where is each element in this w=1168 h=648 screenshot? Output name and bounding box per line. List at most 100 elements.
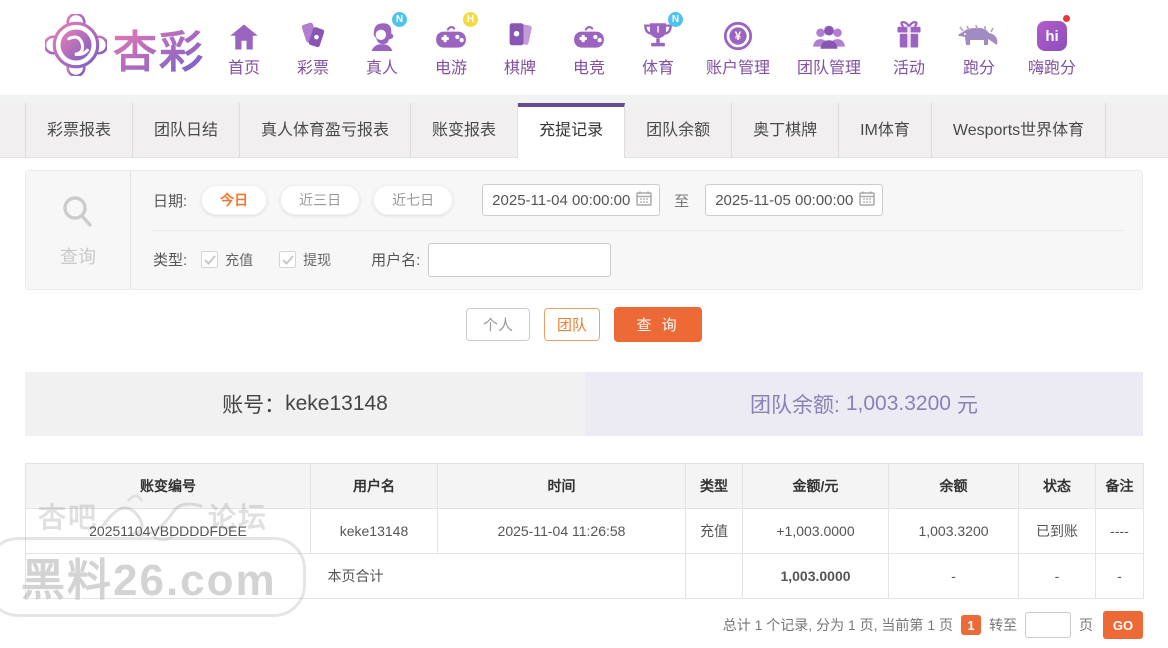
- total-type-cell: [685, 553, 743, 599]
- records-table: 账变编号 用户名 时间 类型 金额/元 余额 状态 备注 20251104VBD…: [25, 463, 1144, 599]
- username-input[interactable]: [428, 242, 612, 277]
- svg-text:I: I: [657, 25, 660, 35]
- tab-account-change[interactable]: 账变报表: [411, 103, 519, 158]
- content: 查询 日期: 今日 近三日 近七日 2025-11-04 00:00:00 至: [0, 158, 1168, 647]
- slots-icon: H: [434, 12, 478, 51]
- username-label: 用户名:: [371, 252, 421, 270]
- logo-text: 杏彩: [113, 16, 205, 80]
- withdraw-checkbox[interactable]: 提现: [279, 250, 331, 270]
- team-icon: [812, 17, 846, 51]
- col-remark: 备注: [1095, 463, 1144, 509]
- logo-emblem-icon: [43, 12, 109, 81]
- badge-h: H: [463, 12, 478, 27]
- cards-icon: [506, 17, 534, 51]
- date-range-to-label: 至: [674, 192, 690, 210]
- col-change-id: 账变编号: [25, 463, 311, 509]
- total-status: -: [1018, 553, 1096, 599]
- tab-im-sports[interactable]: IM体育: [839, 103, 932, 158]
- checkbox-icon[interactable]: [279, 251, 297, 269]
- tab-deposit-withdraw[interactable]: 充提记录: [518, 103, 626, 158]
- nav-item-promotions[interactable]: 活动: [888, 17, 930, 78]
- filter-type-row: 类型: 充值 提现 用户名:: [153, 231, 1142, 290]
- search-button[interactable]: 查 询: [614, 306, 702, 342]
- date-from-input[interactable]: 2025-11-04 00:00:00: [482, 184, 661, 217]
- team-button[interactable]: 团队: [544, 307, 600, 341]
- nav-item-lottery[interactable]: 彩票: [292, 17, 334, 78]
- red-dot-badge: [1063, 15, 1071, 22]
- nav-item-hi-paofen[interactable]: hi 嗨跑分: [1028, 15, 1076, 78]
- main-nav: 首页 彩票 N 真人 H 电游 棋牌 电竞 I N 体育 ¥ 账户管理 团队管理…: [223, 12, 1076, 78]
- calendar-icon[interactable]: [636, 190, 652, 211]
- logo[interactable]: 杏彩: [43, 12, 205, 81]
- nav-item-account-management[interactable]: ¥ 账户管理: [706, 17, 770, 78]
- page: 杏彩 首页 彩票 N 真人 H 电游 棋牌 电竞 I N 体育 ¥ 账户管理 团…: [0, 0, 1168, 648]
- type-label: 类型:: [153, 252, 188, 270]
- current-page-button[interactable]: 1: [961, 615, 981, 635]
- live-person-icon: N: [367, 12, 407, 51]
- total-remark: -: [1095, 553, 1144, 599]
- nav-item-sports[interactable]: I N 体育: [637, 12, 683, 78]
- tab-wesports[interactable]: Wesports世界体育: [932, 103, 1107, 158]
- total-balance: -: [888, 553, 1019, 599]
- filter-panel: 查询 日期: 今日 近三日 近七日 2025-11-04 00:00:00 至: [25, 170, 1143, 290]
- hi-app-icon: hi: [1037, 15, 1071, 51]
- deposit-checkbox[interactable]: 充值: [201, 250, 253, 270]
- tab-aoding-chess[interactable]: 奥丁棋牌: [732, 103, 840, 158]
- calendar-icon[interactable]: [859, 190, 875, 211]
- table-total-row: 本页合计 1,003.0000 - - -: [25, 553, 1144, 599]
- header: 杏彩 首页 彩票 N 真人 H 电游 棋牌 电竞 I N 体育 ¥ 账户管理 团…: [0, 0, 1168, 95]
- tab-live-sports-pl[interactable]: 真人体育盈亏报表: [240, 103, 412, 158]
- go-button[interactable]: GO: [1103, 611, 1143, 639]
- cell-status: 已到账: [1018, 508, 1096, 554]
- balance-label: 团队余额:: [750, 394, 840, 417]
- col-type: 类型: [685, 463, 743, 509]
- personal-button[interactable]: 个人: [466, 307, 530, 341]
- filter-main: 日期: 今日 近三日 近七日 2025-11-04 00:00:00 至 202…: [131, 171, 1142, 289]
- nav-item-boardgames[interactable]: 棋牌: [499, 17, 541, 78]
- nav-item-esports[interactable]: 电竞: [568, 17, 610, 78]
- cell-balance: 1,003.3200: [888, 508, 1019, 554]
- goto-page-input[interactable]: [1025, 612, 1071, 638]
- header-separator: [0, 95, 1168, 103]
- nav-item-team-management[interactable]: 团队管理: [797, 17, 861, 78]
- date-label: 日期:: [153, 192, 188, 210]
- total-label: 本页合计: [25, 553, 686, 599]
- col-username: 用户名: [310, 463, 438, 509]
- filter-side-label: 查询: [60, 246, 96, 267]
- filter-date-row: 日期: 今日 近三日 近七日 2025-11-04 00:00:00 至 202…: [153, 171, 1142, 230]
- checkbox-icon[interactable]: [201, 251, 219, 269]
- cell-remark: ----: [1095, 508, 1144, 554]
- nav-item-egames[interactable]: H 电游: [430, 12, 478, 78]
- cell-amount: +1,003.0000: [742, 508, 889, 554]
- balance-unit: 元: [956, 394, 978, 417]
- badge-n: N: [668, 12, 683, 27]
- total-amount: 1,003.0000: [742, 553, 889, 599]
- preset-today-button[interactable]: 今日: [201, 185, 268, 216]
- date-to-input[interactable]: 2025-11-05 00:00:00: [705, 184, 884, 217]
- preset-3days-button[interactable]: 近三日: [280, 185, 361, 216]
- home-icon: [229, 17, 259, 51]
- pagination: 总计 1 个记录, 分为 1 页, 当前第 1 页 1 转至 页 GO: [25, 611, 1143, 647]
- report-tabs: 彩票报表 团队日结 真人体育盈亏报表 账变报表 充提记录 团队余额 奥丁棋牌 I…: [0, 103, 1168, 158]
- tab-team-balance[interactable]: 团队余额: [625, 103, 733, 158]
- account-coin-icon: ¥: [723, 17, 753, 51]
- preset-7days-button[interactable]: 近七日: [373, 185, 454, 216]
- nav-item-paofen[interactable]: 跑分: [957, 17, 1001, 78]
- table-row: 20251104VBDDDDFDEE keke13148 2025-11-04 …: [25, 508, 1144, 554]
- nav-item-home[interactable]: 首页: [223, 17, 265, 78]
- account-bar: 账号： keke13148 团队余额: 1,003.3200 元: [25, 372, 1143, 436]
- svg-text:¥: ¥: [735, 31, 742, 43]
- page-unit-label: 页: [1079, 617, 1093, 633]
- trophy-icon: I N: [643, 12, 683, 51]
- badge-n: N: [392, 12, 407, 27]
- tab-team-daily[interactable]: 团队日结: [133, 103, 241, 158]
- cell-username: keke13148: [310, 508, 438, 554]
- rhino-icon: [957, 17, 1001, 51]
- gift-icon: [894, 17, 924, 51]
- col-time: 时间: [437, 463, 686, 509]
- tab-lottery-report[interactable]: 彩票报表: [25, 103, 134, 158]
- nav-item-live[interactable]: N 真人: [361, 12, 407, 78]
- action-buttons: 个人 团队 查 询: [25, 306, 1143, 342]
- col-balance: 余额: [888, 463, 1019, 509]
- lottery-icon: [298, 17, 328, 51]
